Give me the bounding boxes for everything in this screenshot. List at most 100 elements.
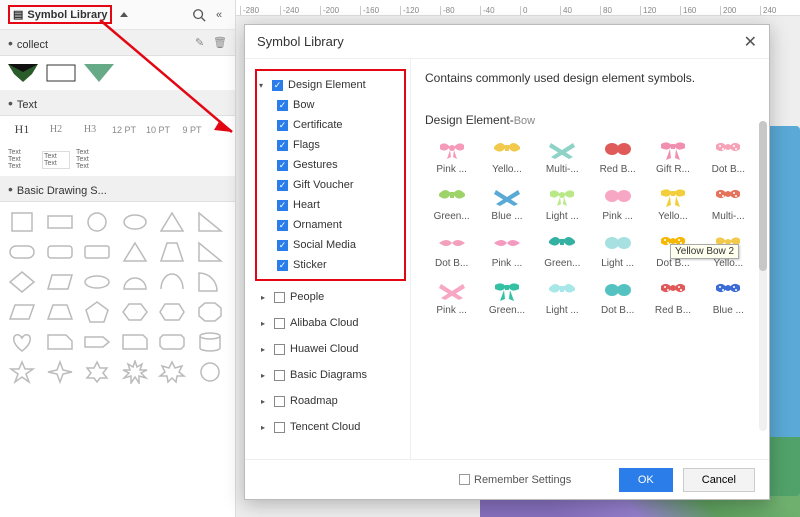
symbol-item[interactable]: Green... [481, 275, 532, 320]
checkbox-icon[interactable] [274, 370, 285, 381]
tree-item[interactable]: Certificate [259, 115, 402, 135]
checkbox-icon[interactable] [274, 318, 285, 329]
edit-icon[interactable]: ✎ [195, 36, 209, 50]
symbol-item[interactable]: Pink ... [592, 181, 643, 226]
expand-icon[interactable]: ▸ [261, 397, 269, 406]
shape-arc[interactable] [158, 270, 186, 294]
heading-h3[interactable]: H3 [76, 124, 104, 135]
symbol-item[interactable]: Gift R... [647, 134, 698, 179]
checkbox-icon[interactable] [274, 292, 285, 303]
ok-button[interactable]: OK [619, 468, 673, 492]
tree-item[interactable]: Ornament [259, 215, 402, 235]
symbol-item[interactable]: Blue ... [703, 275, 754, 320]
checkbox-icon[interactable] [277, 220, 288, 231]
collapse-sidebar-icon[interactable]: « [211, 7, 227, 23]
shapes-section-header[interactable]: Basic Drawing S... [0, 176, 235, 202]
shape-octagon[interactable] [196, 300, 224, 324]
tree-item[interactable]: ▸Huawei Cloud [261, 339, 406, 359]
symbol-item[interactable]: Yello... [481, 134, 532, 179]
symbol-item[interactable]: Light ... [592, 228, 643, 273]
tree-item[interactable]: Bow [259, 95, 402, 115]
checkbox-icon[interactable] [459, 474, 470, 485]
heading-h1[interactable]: H1 [8, 122, 36, 137]
tree-item[interactable]: ▸Basic Diagrams [261, 365, 406, 385]
collect-section-header[interactable]: collect ✎ 🗑 [0, 30, 235, 56]
checkbox-icon[interactable] [272, 80, 283, 91]
shape-star5[interactable] [8, 360, 36, 384]
checkbox-icon[interactable] [277, 260, 288, 271]
shape-cutrect[interactable] [121, 330, 149, 354]
symbol-item[interactable]: Pink ... [426, 275, 477, 320]
symbol-item[interactable]: Dot B... [426, 228, 477, 273]
checkbox-icon[interactable] [274, 422, 285, 433]
expand-icon[interactable]: ▸ [261, 293, 269, 302]
tree-item[interactable]: Gestures [259, 155, 402, 175]
cancel-button[interactable]: Cancel [683, 468, 755, 492]
symbol-item[interactable]: Pink ... [426, 134, 477, 179]
shape-roundrect2[interactable] [46, 240, 74, 264]
shape-can[interactable] [196, 330, 224, 354]
shape-cutcorner[interactable] [46, 330, 74, 354]
symbol-item[interactable]: Pink ... [481, 228, 532, 273]
preview-scrollbar[interactable] [759, 121, 767, 431]
collapse-icon[interactable] [116, 7, 132, 23]
symbol-item[interactable]: Blue ... [481, 181, 532, 226]
text-sample-2[interactable]: TextText [42, 151, 70, 169]
text-section-header[interactable]: Text [0, 90, 235, 116]
tree-item[interactable]: Heart [259, 195, 402, 215]
checkbox-icon[interactable] [277, 140, 288, 151]
collect-item-shape[interactable] [84, 64, 114, 82]
tree-design-element[interactable]: ▾ Design Element [259, 75, 402, 95]
shape-burst[interactable] [121, 360, 149, 384]
symbol-item[interactable]: Light ... [537, 181, 588, 226]
shape-pentagon[interactable] [83, 300, 111, 324]
shape-rtri2[interactable] [196, 240, 224, 264]
shape-roundrect[interactable] [8, 240, 36, 264]
shape-triangle[interactable] [158, 210, 186, 234]
symbol-scroll-area[interactable]: Pink ...Yello...Multi-...Red B...Gift R.… [425, 133, 755, 391]
shape-halfcirc[interactable] [121, 270, 149, 294]
close-icon[interactable]: ✕ [744, 32, 757, 52]
tree-item[interactable]: Gift Voucher [259, 175, 402, 195]
tree-item[interactable]: ▸Alibaba Cloud [261, 313, 406, 333]
text-9pt[interactable]: 9 PT [178, 125, 206, 135]
symbol-item[interactable]: Green... [426, 181, 477, 226]
symbol-item[interactable]: Multi-... [703, 181, 754, 226]
shape-beveled[interactable] [158, 330, 186, 354]
shape-ellipse[interactable] [121, 210, 149, 234]
shape-ellipse2[interactable] [83, 270, 111, 294]
delete-icon[interactable]: 🗑 [213, 36, 227, 50]
shape-rect[interactable] [46, 210, 74, 234]
symbol-library-title[interactable]: ▤ Symbol Library [8, 5, 112, 24]
symbol-item[interactable]: Light ... [537, 275, 588, 320]
tree-item[interactable]: ▸People [261, 287, 406, 307]
expand-icon[interactable]: ▸ [261, 319, 269, 328]
collect-item-rect[interactable] [46, 64, 76, 82]
tree-item[interactable]: Sticker [259, 255, 402, 275]
expand-icon[interactable]: ▸ [261, 423, 269, 432]
checkbox-icon[interactable] [277, 180, 288, 191]
symbol-item[interactable]: Red B... [647, 275, 698, 320]
shape-heart[interactable] [8, 330, 36, 354]
text-sample-1[interactable]: TextTextText [8, 149, 36, 170]
symbol-item[interactable]: Green... [537, 228, 588, 273]
tree-item[interactable]: ▸Roadmap [261, 391, 406, 411]
shape-rtriangle[interactable] [196, 210, 224, 234]
checkbox-icon[interactable] [277, 120, 288, 131]
symbol-item[interactable]: Yello... [647, 181, 698, 226]
shape-square[interactable] [8, 210, 36, 234]
symbol-item[interactable]: Red B... [592, 134, 643, 179]
checkbox-icon[interactable] [277, 100, 288, 111]
tree-item[interactable]: ▸Tencent Cloud [261, 417, 406, 437]
shape-parallel[interactable] [46, 270, 74, 294]
shape-star6[interactable] [83, 360, 111, 384]
checkbox-icon[interactable] [277, 240, 288, 251]
checkbox-icon[interactable] [277, 160, 288, 171]
shape-cuttri[interactable] [158, 240, 186, 264]
text-10pt[interactable]: 10 PT [144, 125, 172, 135]
shape-parallelo[interactable] [8, 300, 36, 324]
scrollbar-thumb[interactable] [759, 121, 767, 271]
collect-item-badge[interactable] [8, 64, 38, 82]
shape-hexagon2[interactable] [158, 300, 186, 324]
shape-circle[interactable] [83, 210, 111, 234]
